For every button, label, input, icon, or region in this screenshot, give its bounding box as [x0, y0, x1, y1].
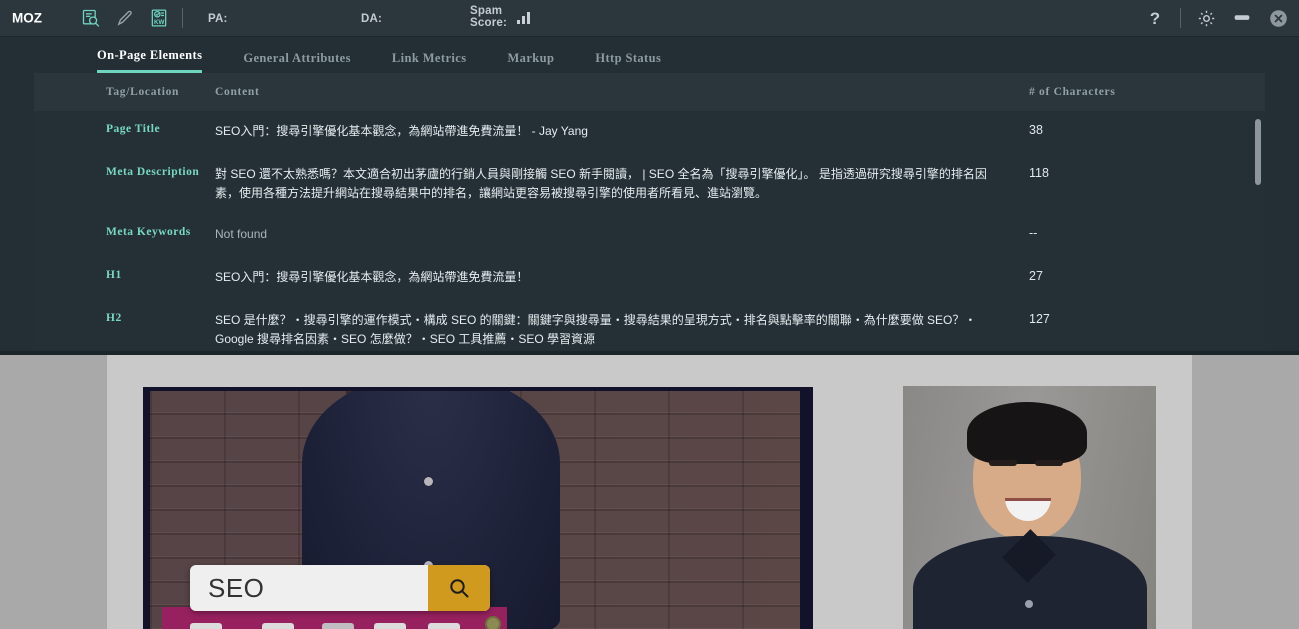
- table-row: Meta Description 對 SEO 還不太熟悉嗎？本文適合初出茅廬的行…: [34, 154, 1265, 214]
- row-character-count: --: [1029, 226, 1038, 240]
- pa-metric: PA:: [208, 13, 228, 25]
- hero-search-button: [428, 565, 490, 611]
- table-scrollbar-thumb[interactable]: [1255, 119, 1261, 185]
- minimize-icon[interactable]: [1231, 7, 1253, 29]
- row-tag-label: H1: [106, 269, 122, 281]
- portrait-eyebrow: [1035, 460, 1063, 466]
- hero-video-thumbnail[interactable]: SEO: [143, 387, 813, 629]
- table-row: Page Title SEO入門：搜尋引擎優化基本觀念，為網站帶進免費流量！ -…: [34, 111, 1265, 154]
- spam-score-label-line1: Spam: [470, 5, 503, 17]
- tab-general-attributes[interactable]: General Attributes: [243, 51, 351, 73]
- portrait-shirt-button: [1025, 600, 1033, 608]
- page-content-canvas: SEO: [107, 355, 1192, 629]
- toolbar-icon-group: KW: [80, 6, 170, 30]
- help-icon[interactable]: ?: [1144, 7, 1166, 29]
- column-header-content: Content: [215, 86, 260, 98]
- da-metric: DA:: [361, 13, 383, 25]
- row-content: SEO入門：搜尋引擎優化基本觀念，為網站帶進免費流量！: [215, 270, 529, 284]
- table-scrollbar[interactable]: [1255, 119, 1261, 343]
- gear-icon[interactable]: [1195, 7, 1217, 29]
- panel-bottom-edge: [0, 351, 1299, 355]
- row-character-count: 38: [1029, 123, 1043, 137]
- mozbar-toolbar: MOZ KW PA: DA: Spam Score: ?: [0, 0, 1299, 37]
- banner-chip: [190, 623, 222, 629]
- hero-search-graphic: SEO: [190, 565, 490, 611]
- column-header-characters: # of Characters: [1029, 86, 1116, 98]
- spam-score-metric: Spam Score:: [470, 5, 512, 29]
- svg-text:MOZ: MOZ: [12, 11, 42, 26]
- row-tag-label: Meta Keywords: [106, 226, 191, 238]
- portrait-hair: [967, 402, 1087, 464]
- banner-gear-icon: [485, 616, 501, 629]
- highlighter-pencil-icon[interactable]: [114, 6, 136, 30]
- on-page-elements-table: Tag/Location Content # of Characters Pag…: [34, 73, 1265, 350]
- shirt-button: [424, 477, 433, 486]
- table-header-row: Tag/Location Content # of Characters: [34, 73, 1265, 111]
- row-content: 對 SEO 還不太熟悉嗎？本文適合初出茅廬的行銷人員與剛接觸 SEO 新手閱讀，…: [215, 167, 987, 200]
- row-tag-label: H2: [106, 312, 122, 324]
- banner-chip: [428, 623, 460, 629]
- row-tag-label: Meta Description: [106, 166, 200, 178]
- row-tag-label: Page Title: [106, 123, 161, 135]
- toolbar-divider: [182, 8, 183, 28]
- table-row: Meta Keywords Not found --: [34, 214, 1265, 257]
- page-analysis-icon[interactable]: [80, 6, 102, 30]
- spam-score-bars-icon: [517, 12, 530, 24]
- banner-chip: [374, 623, 406, 629]
- banner-chip: [322, 623, 354, 629]
- tab-link-metrics[interactable]: Link Metrics: [392, 51, 467, 73]
- row-content: SEO 是什麼？・搜尋引擎的運作模式・構成 SEO 的關鍵：關鍵字與搜尋量・搜尋…: [215, 313, 977, 346]
- row-content: Not found: [215, 227, 268, 241]
- table-row: H1 SEO入門：搜尋引擎優化基本觀念，為網站帶進免費流量！ 27: [34, 257, 1265, 300]
- tab-on-page-elements[interactable]: On-Page Elements: [97, 48, 203, 73]
- toolbar-actions: ?: [1144, 0, 1289, 36]
- mozbar-tabs: On-Page Elements General Attributes Link…: [0, 37, 1299, 73]
- close-icon[interactable]: [1267, 7, 1289, 29]
- keyword-doc-icon[interactable]: KW: [148, 6, 170, 30]
- column-header-tag-location: Tag/Location: [106, 86, 180, 98]
- tab-http-status[interactable]: Http Status: [595, 51, 661, 73]
- tab-markup[interactable]: Markup: [507, 51, 554, 73]
- hero-image: SEO: [150, 391, 800, 629]
- mozbar-panel: MOZ KW PA: DA: Spam Score: ? On-Page Ele…: [0, 0, 1299, 355]
- author-portrait: [903, 386, 1156, 629]
- table-row: H2 SEO 是什麼？・搜尋引擎的運作模式・構成 SEO 的關鍵：關鍵字與搜尋量…: [34, 300, 1265, 350]
- svg-text:KW: KW: [154, 19, 165, 26]
- row-content: SEO入門：搜尋引擎優化基本觀念，為網站帶進免費流量！ - Jay Yang: [215, 124, 588, 138]
- spam-score-label-line2: Score:: [470, 16, 507, 29]
- row-character-count: 118: [1029, 166, 1049, 180]
- row-character-count: 27: [1029, 269, 1043, 283]
- row-character-count: 127: [1029, 312, 1050, 326]
- table-body: Page Title SEO入門：搜尋引擎優化基本觀念，為網站帶進免費流量！ -…: [34, 111, 1265, 350]
- banner-chip: [262, 623, 294, 629]
- moz-logo[interactable]: MOZ: [0, 0, 68, 36]
- portrait-eyebrow: [989, 460, 1017, 466]
- toolbar-divider: [1180, 8, 1181, 28]
- hero-search-text: SEO: [208, 572, 265, 603]
